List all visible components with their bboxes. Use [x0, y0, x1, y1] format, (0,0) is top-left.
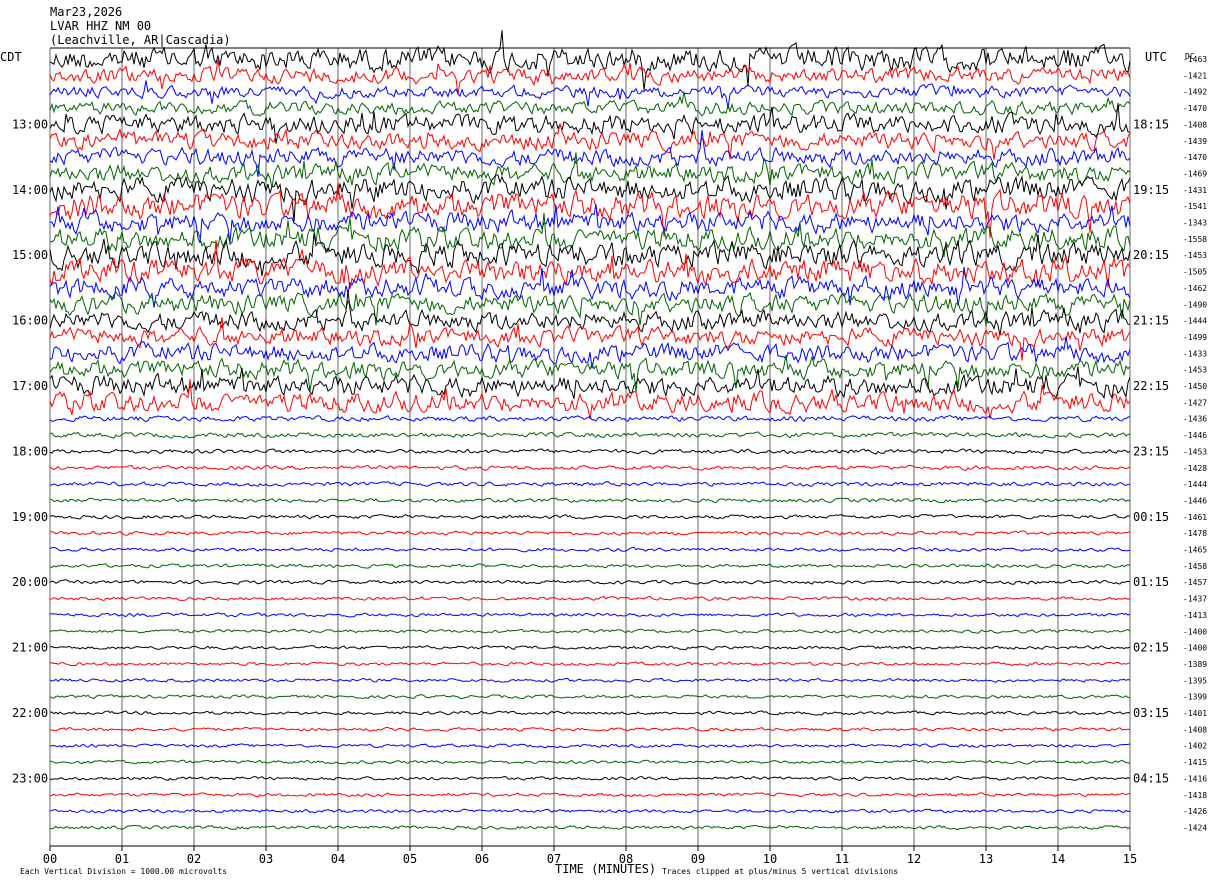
dc-offset-label: -1458 — [1183, 562, 1207, 571]
x-tick-label: 00 — [43, 852, 57, 866]
dc-offset-label: -1492 — [1183, 88, 1207, 97]
title-line-station: LVAR HHZ NM 00 — [50, 19, 151, 33]
left-hour-label: 17:00 — [12, 379, 48, 393]
dc-offset-label: -1415 — [1183, 758, 1207, 767]
dc-offset-label: -1416 — [1183, 774, 1207, 783]
x-tick-label: 03 — [259, 852, 273, 866]
dc-offset-label: -1461 — [1183, 513, 1207, 522]
right-hour-label: 19:15 — [1133, 183, 1169, 197]
title-line-date: Mar23,2026 — [50, 5, 122, 19]
footer-scale-note: Each Vertical Division = 1000.00 microvo… — [20, 867, 227, 876]
dc-offset-label: -1402 — [1183, 742, 1207, 751]
left-hour-label: 19:00 — [12, 510, 48, 524]
dc-offset-label: -1421 — [1183, 71, 1207, 80]
helicorder-chart: Mar23,2026 LVAR HHZ NM 00 (Leachville, A… — [0, 0, 1210, 886]
dc-offset-label: -1453 — [1183, 366, 1207, 375]
dc-offset-label: -1424 — [1183, 823, 1207, 832]
right-hour-label: 20:15 — [1133, 248, 1169, 262]
right-hour-label: 01:15 — [1133, 575, 1169, 589]
dc-offset-label: -1453 — [1183, 251, 1207, 260]
dc-offset-label: -1446 — [1183, 496, 1207, 505]
left-hour-label: 18:00 — [12, 444, 48, 458]
x-tick-label: 01 — [115, 852, 129, 866]
dc-offset-label: -1400 — [1183, 644, 1207, 653]
left-hour-label: 16:00 — [12, 314, 48, 328]
left-hour-label: 13:00 — [12, 117, 48, 131]
right-timezone-label: UTC — [1145, 50, 1167, 64]
dc-offset-label: -1505 — [1183, 268, 1207, 277]
left-hour-label: 21:00 — [12, 641, 48, 655]
dc-offset-label: -1408 — [1183, 120, 1207, 129]
x-tick-label: 02 — [187, 852, 201, 866]
x-tick-label: 10 — [763, 852, 777, 866]
dc-offset-label: -1427 — [1183, 398, 1207, 407]
right-hour-label: 21:15 — [1133, 314, 1169, 328]
title-line-location: (Leachville, AR|Cascadia) — [50, 33, 231, 47]
left-timezone-label: CDT — [0, 50, 22, 64]
dc-offset-label: -1558 — [1183, 235, 1207, 244]
dc-offset-label: -1470 — [1183, 104, 1207, 113]
footer-clip-note: Traces clipped at plus/minus 5 vertical … — [662, 867, 898, 876]
left-hour-label: 22:00 — [12, 706, 48, 720]
right-hour-label: 02:15 — [1133, 641, 1169, 655]
x-tick-label: 11 — [835, 852, 849, 866]
dc-offset-label: -1436 — [1183, 415, 1207, 424]
x-tick-label: 09 — [691, 852, 705, 866]
dc-offset-label: -1444 — [1183, 317, 1207, 326]
left-hour-label: 15:00 — [12, 248, 48, 262]
dc-offset-label: -1433 — [1183, 349, 1207, 358]
x-tick-label: 04 — [331, 852, 345, 866]
dc-offset-label: -1478 — [1183, 529, 1207, 538]
left-hour-label: 14:00 — [12, 183, 48, 197]
dc-offset-label: -1400 — [1183, 627, 1207, 636]
dc-offset-label: -1470 — [1183, 153, 1207, 162]
right-hour-label: 04:15 — [1133, 771, 1169, 785]
x-tick-label: 15 — [1123, 852, 1137, 866]
dc-offset-label: -1453 — [1183, 447, 1207, 456]
dc-offset-label: -1541 — [1183, 202, 1207, 211]
dc-offset-label: -1418 — [1183, 791, 1207, 800]
dc-offset-label: -1444 — [1183, 480, 1207, 489]
x-tick-label: 13 — [979, 852, 993, 866]
dc-offset-label: -1439 — [1183, 137, 1207, 146]
right-hour-label: 23:15 — [1133, 444, 1169, 458]
left-hour-label: 23:00 — [12, 771, 48, 785]
chart-background — [0, 0, 1210, 886]
dc-offset-label: -1413 — [1183, 611, 1207, 620]
dc-offset-label: -1490 — [1183, 300, 1207, 309]
dc-offset-label: -1389 — [1183, 660, 1207, 669]
dc-offset-label: -1465 — [1183, 546, 1207, 555]
dc-offset-label: -1446 — [1183, 431, 1207, 440]
x-tick-label: 14 — [1051, 852, 1065, 866]
dc-offset-label: -1457 — [1183, 578, 1207, 587]
right-hour-label: 18:15 — [1133, 117, 1169, 131]
right-hour-label: 22:15 — [1133, 379, 1169, 393]
x-tick-label: 05 — [403, 852, 417, 866]
dc-offset-label: -1462 — [1183, 284, 1207, 293]
x-tick-label: 06 — [475, 852, 489, 866]
x-axis-title: TIME (MINUTES) — [555, 862, 656, 876]
dc-offset-label: -1395 — [1183, 676, 1207, 685]
dc-offset-label: -1408 — [1183, 725, 1207, 734]
dc-offset-label: -1469 — [1183, 169, 1207, 178]
dc-offset-label: -1437 — [1183, 595, 1207, 604]
left-hour-label: 20:00 — [12, 575, 48, 589]
x-tick-label: 12 — [907, 852, 921, 866]
dc-offset-label: -1428 — [1183, 464, 1207, 473]
dc-offset-label: -1450 — [1183, 382, 1207, 391]
dc-offset-label: -1426 — [1183, 807, 1207, 816]
right-hour-label: 00:15 — [1133, 510, 1169, 524]
dc-offset-label: -1431 — [1183, 186, 1207, 195]
dc-offset-label: -1343 — [1183, 219, 1207, 228]
dc-offset-label: -1463 — [1183, 55, 1207, 64]
dc-offset-label: -1401 — [1183, 709, 1207, 718]
dc-offset-label: -1499 — [1183, 333, 1207, 342]
right-hour-label: 03:15 — [1133, 706, 1169, 720]
dc-offset-label: -1399 — [1183, 693, 1207, 702]
